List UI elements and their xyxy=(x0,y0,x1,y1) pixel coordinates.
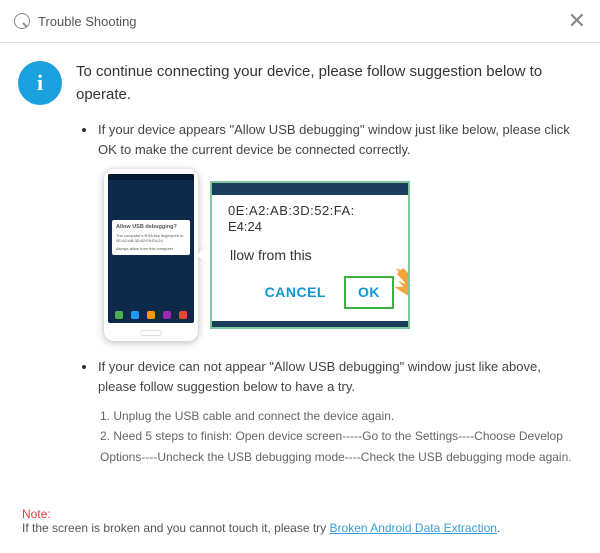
zoom-bg xyxy=(212,321,408,327)
bullet-item-1: If your device appears "Allow USB debugg… xyxy=(76,120,578,159)
info-icon: i xyxy=(18,61,62,105)
app-icon xyxy=(14,13,30,29)
phone-app-icon xyxy=(163,311,171,319)
step-1: 1. Unplug the USB cable and connect the … xyxy=(100,406,578,426)
note-link[interactable]: Broken Android Data Extraction xyxy=(330,521,497,535)
zoom-panel: 0E:A2:AB:3D:52:FA: E4:24 llow from this … xyxy=(210,181,410,329)
bullet2-text: If your device can not appear "Allow USB… xyxy=(98,357,578,396)
note-label: Note: xyxy=(22,507,500,521)
illustration: Allow USB debugging? The computer's RSA … xyxy=(104,169,578,341)
callout-pointer-icon xyxy=(196,245,210,265)
zoom-allow-text: llow from this xyxy=(230,245,312,266)
zoom-ok-button: OK xyxy=(344,276,394,309)
zoom-buttons: CANCEL OK xyxy=(265,276,394,309)
phone-statusbar xyxy=(108,174,194,180)
info-icon-glyph: i xyxy=(37,70,43,96)
bullet-item-2: If your device can not appear "Allow USB… xyxy=(76,357,578,396)
dialog-body: i To continue connecting your device, pl… xyxy=(0,43,600,467)
phone-home-button xyxy=(140,330,162,336)
phone-dialog-title: Allow USB debugging? xyxy=(116,224,186,231)
instruction-heading: To continue connecting your device, plea… xyxy=(76,61,578,106)
phone-app-icon xyxy=(115,311,123,319)
phone-app-icon xyxy=(131,311,139,319)
phone-mockup: Allow USB debugging? The computer's RSA … xyxy=(104,169,198,341)
steps-list: 1. Unplug the USB cable and connect the … xyxy=(100,406,578,467)
close-icon[interactable]: ✕ xyxy=(568,8,586,34)
phone-dialog-check: Always allow from this computer xyxy=(116,246,186,251)
zoom-bg xyxy=(212,183,408,195)
note-text: If the screen is broken and you cannot t… xyxy=(22,521,330,535)
phone-app-row xyxy=(108,311,194,319)
phone-screen: Allow USB debugging? The computer's RSA … xyxy=(108,174,194,323)
step-2: 2. Need 5 steps to finish: Open device s… xyxy=(100,426,578,467)
phone-dialog: Allow USB debugging? The computer's RSA … xyxy=(112,220,190,255)
note-section: Note: If the screen is broken and you ca… xyxy=(22,507,500,535)
bullet1-text: If your device appears "Allow USB debugg… xyxy=(98,120,578,159)
zoom-cancel-button: CANCEL xyxy=(265,282,326,303)
arrow-icon xyxy=(394,265,410,307)
titlebar: Trouble Shooting ✕ xyxy=(0,0,600,43)
titlebar-left: Trouble Shooting xyxy=(14,13,137,29)
window-title: Trouble Shooting xyxy=(38,14,137,29)
phone-app-icon xyxy=(147,311,155,319)
phone-dialog-fp: 0E:A2:AB:3D:52:FA:E4:24 xyxy=(116,238,186,243)
bullet-dot-icon xyxy=(82,128,86,132)
note-end: . xyxy=(497,521,500,535)
phone-app-icon xyxy=(179,311,187,319)
bullet-dot-icon xyxy=(82,365,86,369)
info-icon-col: i xyxy=(18,61,62,467)
content: To continue connecting your device, plea… xyxy=(76,61,578,467)
zoom-fp2: E4:24 xyxy=(228,217,262,237)
